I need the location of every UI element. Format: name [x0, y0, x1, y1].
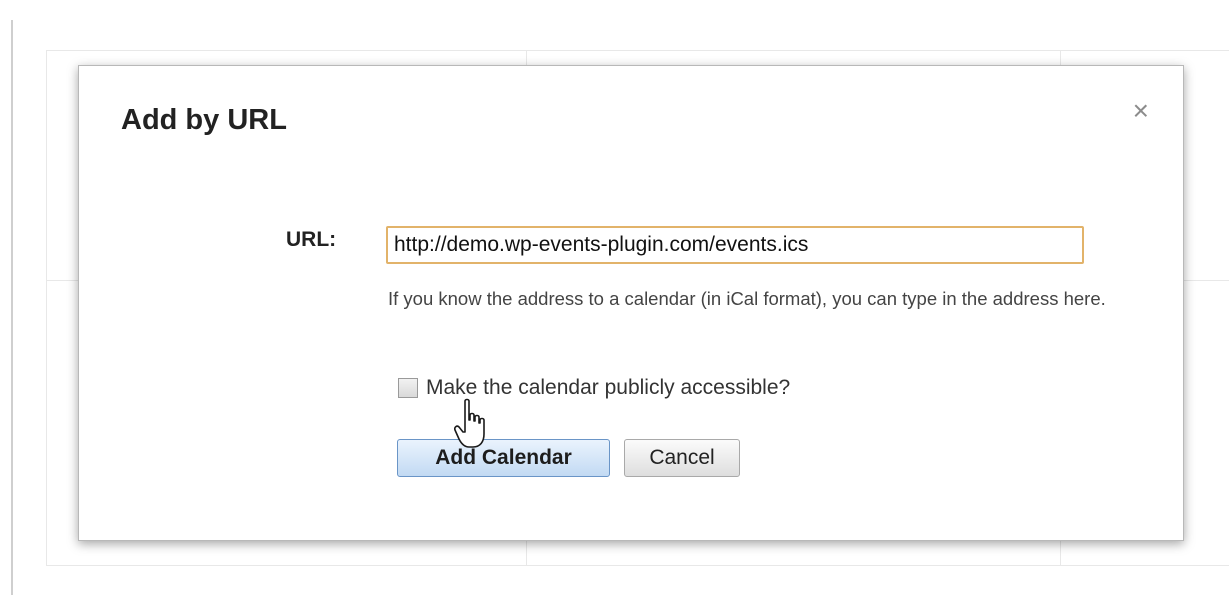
url-label: URL:	[286, 228, 337, 251]
screen: Add by URL × URL: If you know the addres…	[0, 0, 1229, 595]
public-checkbox-row: Make the calendar publicly accessible?	[398, 376, 790, 400]
url-input[interactable]	[386, 226, 1084, 264]
url-help-text: If you know the address to a calendar (i…	[388, 288, 1106, 309]
dialog-title: Add by URL	[121, 104, 287, 136]
page-edge	[11, 20, 13, 595]
add-by-url-dialog: Add by URL × URL: If you know the addres…	[78, 65, 1184, 541]
add-calendar-button[interactable]: Add Calendar	[397, 439, 610, 477]
background-grid-line	[46, 565, 1229, 566]
cancel-button[interactable]: Cancel	[624, 439, 740, 477]
public-checkbox-label[interactable]: Make the calendar publicly accessible?	[426, 376, 790, 400]
close-icon[interactable]: ×	[1133, 96, 1149, 126]
public-checkbox[interactable]	[398, 378, 418, 398]
